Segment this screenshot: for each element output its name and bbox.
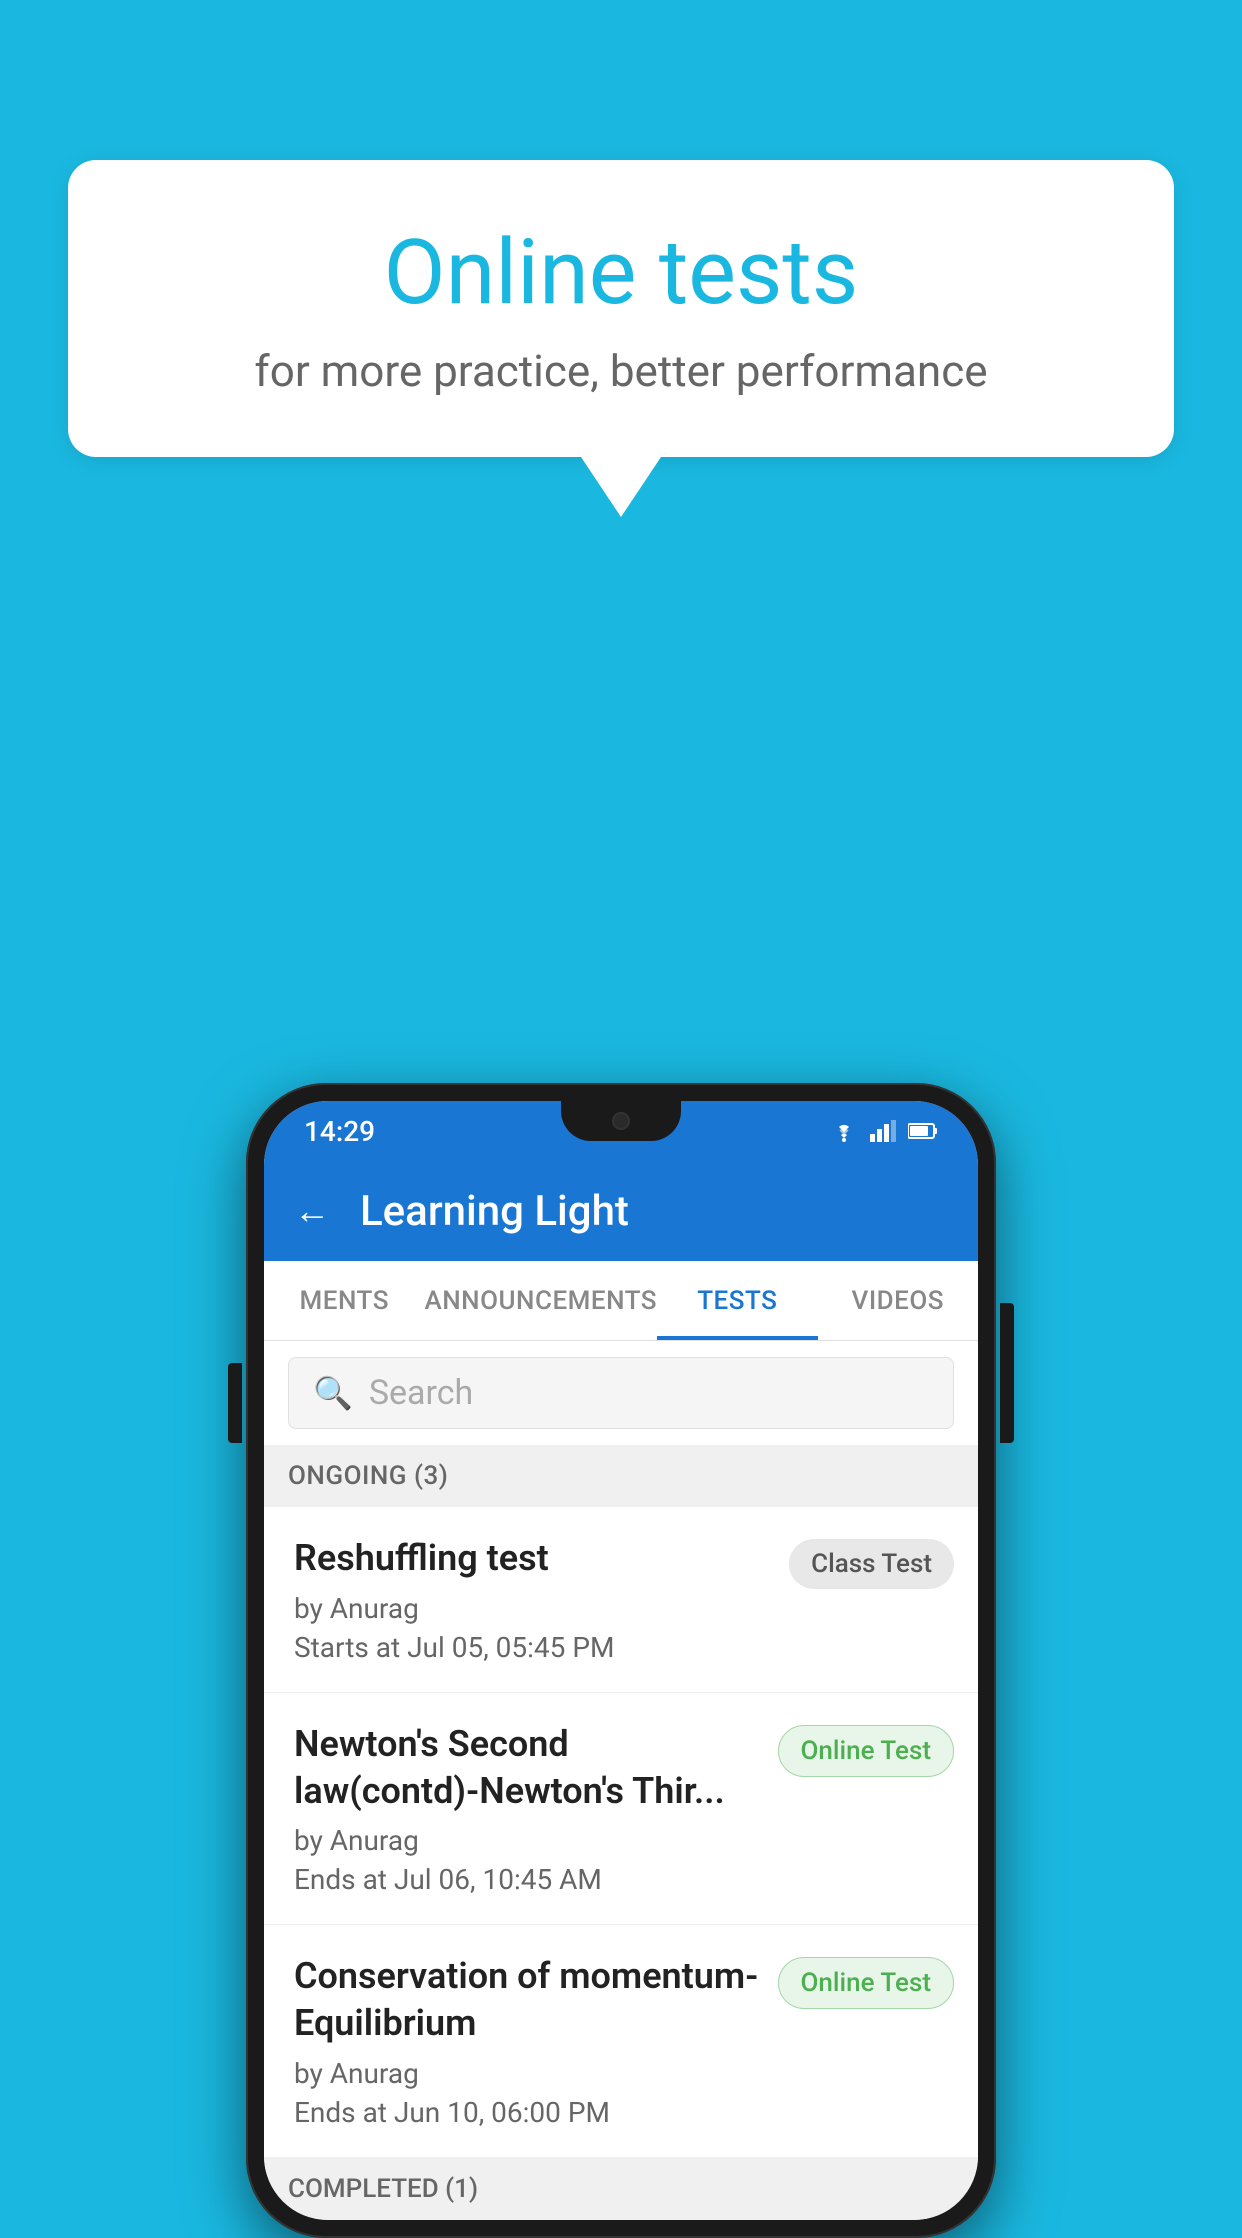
test-by-conservation: by Anurag <box>294 2057 762 2090</box>
test-badge-reshuffling: Class Test <box>789 1539 954 1589</box>
test-time-conservation: Ends at Jun 10, 06:00 PM <box>294 2096 762 2129</box>
signal-icon <box>870 1120 896 1142</box>
app-bar-title: Learning Light <box>360 1187 629 1236</box>
test-by-reshuffling: by Anurag <box>294 1592 773 1625</box>
phone-outer-shell: 14:29 <box>246 1083 996 2238</box>
test-name-reshuffling: Reshuffling test <box>294 1535 773 1582</box>
test-by-newton: by Anurag <box>294 1824 762 1857</box>
test-name-newton: Newton's Second law(contd)-Newton's Thir… <box>294 1721 762 1815</box>
status-time: 14:29 <box>304 1115 375 1148</box>
test-time-reshuffling: Starts at Jul 05, 05:45 PM <box>294 1631 773 1664</box>
phone-screen: 14:29 <box>264 1101 978 2220</box>
wifi-icon <box>830 1120 858 1142</box>
tab-ments[interactable]: MENTS <box>264 1261 424 1340</box>
search-placeholder: Search <box>369 1373 473 1413</box>
test-badge-newton: Online Test <box>778 1725 955 1777</box>
promo-bubble: Online tests for more practice, better p… <box>68 160 1174 517</box>
test-time-newton: Ends at Jul 06, 10:45 AM <box>294 1863 762 1896</box>
status-icons <box>830 1120 938 1142</box>
test-info-conservation: Conservation of momentum-Equilibrium by … <box>294 1953 762 2129</box>
tab-videos[interactable]: VIDEOS <box>818 1261 978 1340</box>
test-item-conservation[interactable]: Conservation of momentum-Equilibrium by … <box>264 1925 978 2158</box>
notch <box>561 1101 681 1141</box>
bubble-subtitle: for more practice, better performance <box>148 345 1094 397</box>
tab-tests[interactable]: TESTS <box>657 1261 817 1340</box>
battery-icon <box>908 1122 938 1140</box>
status-bar: 14:29 <box>264 1101 978 1161</box>
ongoing-section-header: ONGOING (3) <box>264 1445 978 1507</box>
camera-icon <box>612 1112 630 1130</box>
back-button[interactable]: ← <box>294 1190 330 1232</box>
search-container: 🔍 Search <box>264 1341 978 1445</box>
test-item-reshuffling[interactable]: Reshuffling test by Anurag Starts at Jul… <box>264 1507 978 1693</box>
search-icon: 🔍 <box>313 1374 353 1412</box>
tab-announcements[interactable]: ANNOUNCEMENTS <box>424 1261 657 1340</box>
search-bar[interactable]: 🔍 Search <box>288 1357 954 1429</box>
test-item-newton[interactable]: Newton's Second law(contd)-Newton's Thir… <box>264 1693 978 1926</box>
test-badge-conservation: Online Test <box>778 1957 955 2009</box>
tabs-bar: MENTS ANNOUNCEMENTS TESTS VIDEOS <box>264 1261 978 1341</box>
test-name-conservation: Conservation of momentum-Equilibrium <box>294 1953 762 2047</box>
test-info-newton: Newton's Second law(contd)-Newton's Thir… <box>294 1721 762 1897</box>
phone-mockup: 14:29 <box>246 1083 996 2238</box>
app-bar: ← Learning Light <box>264 1161 978 1261</box>
bubble-box: Online tests for more practice, better p… <box>68 160 1174 457</box>
bubble-arrow <box>581 457 661 517</box>
completed-section-header: COMPLETED (1) <box>264 2158 978 2220</box>
bubble-title: Online tests <box>148 220 1094 325</box>
test-info-reshuffling: Reshuffling test by Anurag Starts at Jul… <box>294 1535 773 1664</box>
